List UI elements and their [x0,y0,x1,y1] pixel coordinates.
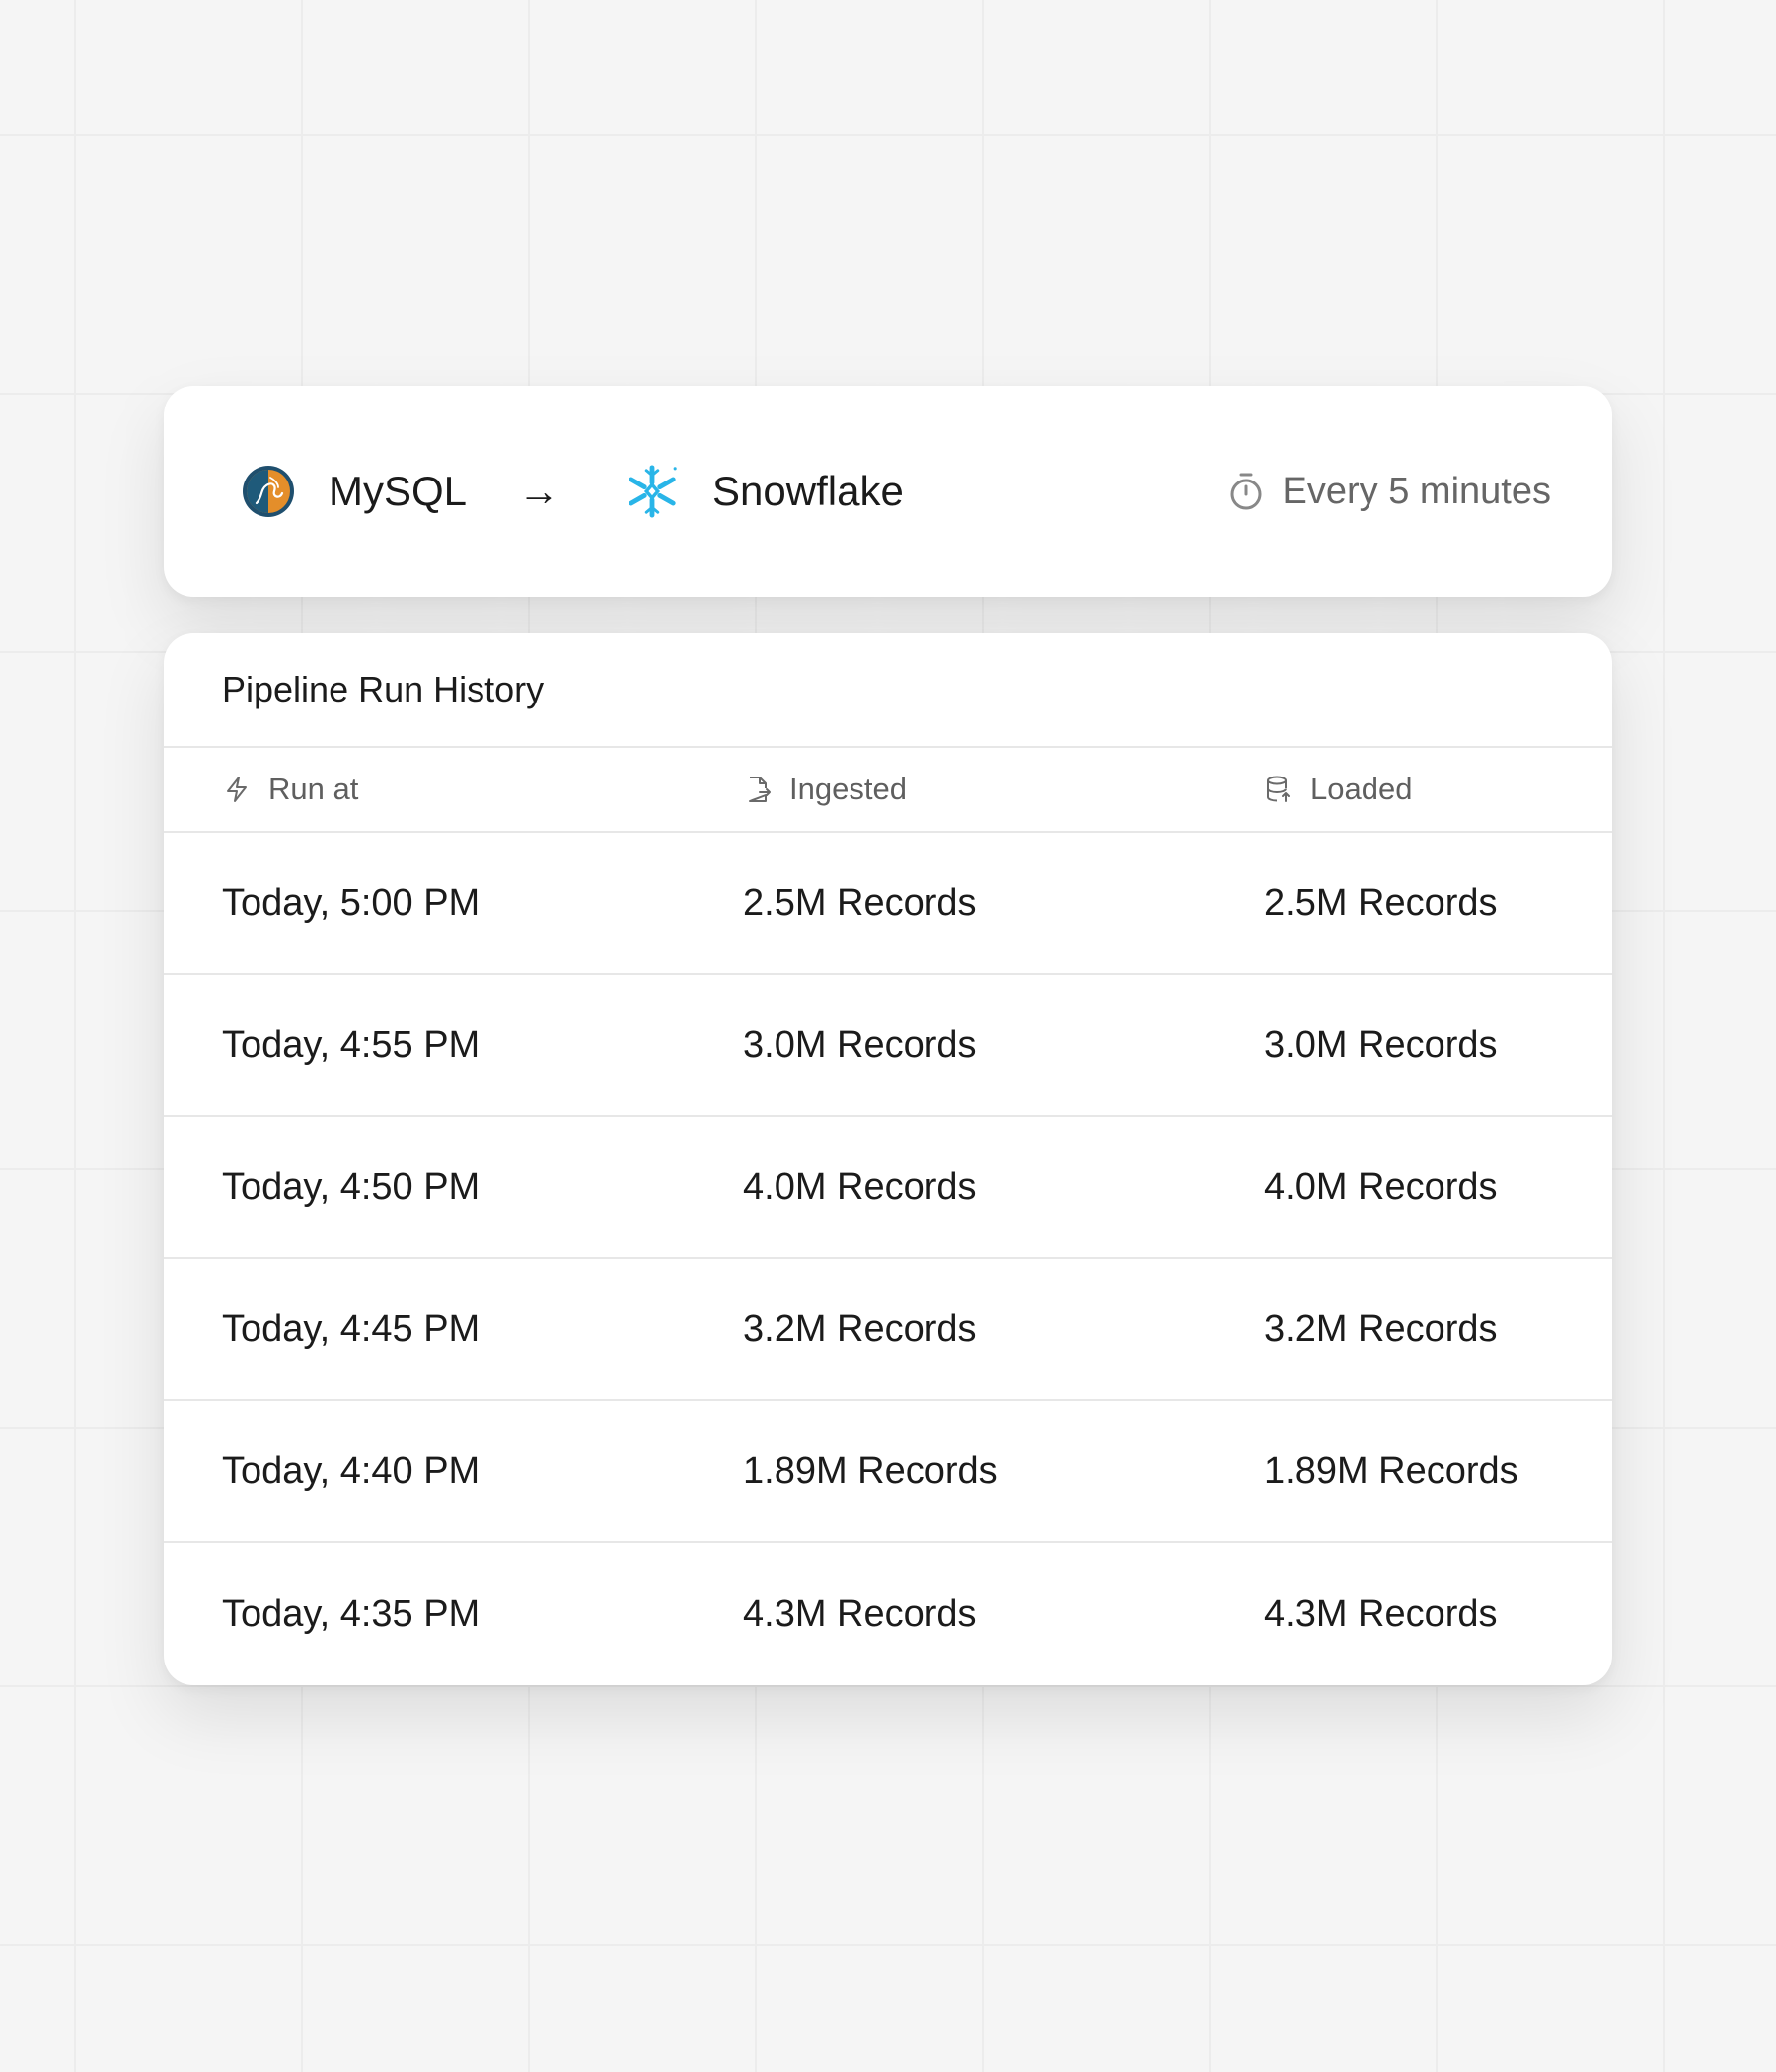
ingested-cell: 4.3M Records [743,1592,977,1635]
schedule: Every 5 minutes [1227,471,1551,513]
history-title: Pipeline Run History [164,633,1612,748]
file-import-icon [743,775,773,804]
ingested-cell: 4.0M Records [743,1165,977,1208]
table-row: Today, 4:35 PM 4.3M Records 4.3M Records [164,1543,1612,1685]
stopwatch-icon [1227,472,1265,511]
run-at-cell: Today, 4:45 PM [222,1307,481,1350]
run-at-cell: Today, 4:40 PM [222,1449,481,1492]
run-at-cell: Today, 4:50 PM [222,1165,481,1208]
database-upload-icon [1264,775,1294,804]
ingested-cell: 3.2M Records [743,1307,977,1350]
table-row: Today, 5:00 PM 2.5M Records 2.5M Records [164,833,1612,975]
pipeline-route: MySQL → Snowflake [241,464,904,519]
loaded-cell: 1.89M Records [1264,1449,1518,1492]
mysql-logo-icon [241,464,296,519]
loaded-cell: 3.2M Records [1264,1307,1498,1350]
ingested-cell: 3.0M Records [743,1023,977,1066]
column-header-run-at: Run at [222,772,358,807]
run-at-cell: Today, 4:55 PM [222,1023,481,1066]
pipeline-run-history-card: Pipeline Run History Run at Ingested Loa… [164,633,1612,1685]
table-row: Today, 4:55 PM 3.0M Records 3.0M Records [164,975,1612,1117]
arrow-right-icon: → [518,468,560,514]
table-header: Run at Ingested Loaded [164,748,1612,833]
run-at-cell: Today, 5:00 PM [222,881,481,924]
loaded-cell: 2.5M Records [1264,881,1498,924]
schedule-label: Every 5 minutes [1282,470,1551,512]
table-row: Today, 4:50 PM 4.0M Records 4.0M Records [164,1117,1612,1259]
ingested-cell: 1.89M Records [743,1449,998,1492]
column-header-label: Run at [268,772,359,806]
column-header-label: Ingested [789,772,907,806]
lightning-icon [222,775,252,804]
pipeline-route-card: MySQL → Snowflake Every 5 minutes [164,386,1612,597]
ingested-cell: 2.5M Records [743,881,977,924]
column-header-label: Loaded [1310,772,1413,806]
destination-name: Snowflake [712,468,904,514]
table-row: Today, 4:40 PM 1.89M Records 1.89M Recor… [164,1401,1612,1543]
loaded-cell: 3.0M Records [1264,1023,1498,1066]
table-row: Today, 4:45 PM 3.2M Records 3.2M Records [164,1259,1612,1401]
column-header-loaded: Loaded [1264,772,1412,807]
run-at-cell: Today, 4:35 PM [222,1592,481,1635]
snowflake-logo-icon [625,464,680,519]
column-header-ingested: Ingested [743,772,907,807]
loaded-cell: 4.3M Records [1264,1592,1498,1635]
loaded-cell: 4.0M Records [1264,1165,1498,1208]
source-name: MySQL [329,468,468,514]
